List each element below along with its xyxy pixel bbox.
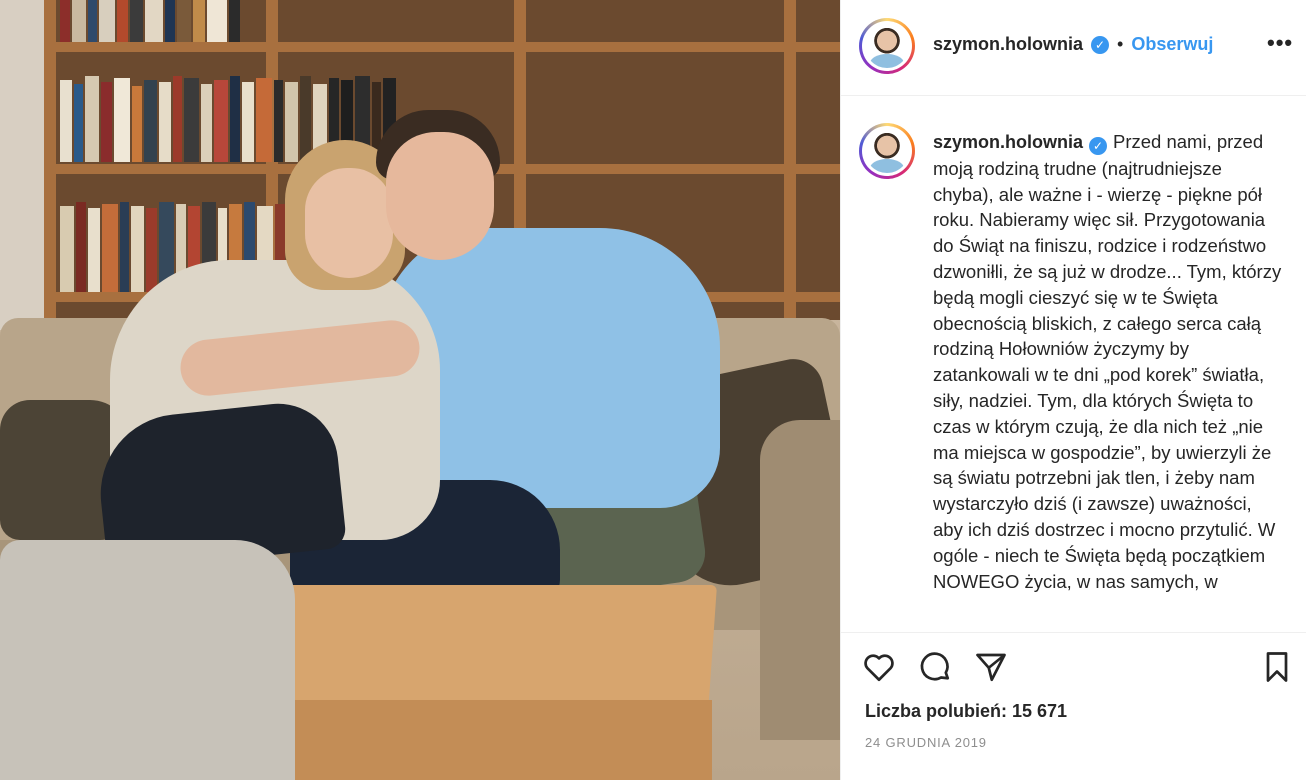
likes-count[interactable]: Liczba polubień: 15 671 xyxy=(865,701,1067,722)
comment-icon[interactable] xyxy=(917,649,957,689)
paper-plane-icon[interactable] xyxy=(973,649,1013,689)
comments-area[interactable]: szymon.holownia ✓ Przed nami, przed moją r… xyxy=(841,97,1306,631)
caption-avatar[interactable] xyxy=(859,123,915,179)
man-face xyxy=(386,132,494,260)
heart-icon[interactable] xyxy=(861,649,901,689)
action-bar: Liczba polubień: 15 671 24 GRUDNIA 2019 xyxy=(841,632,1306,780)
woman-face xyxy=(305,168,393,278)
armchair xyxy=(0,540,295,780)
bookmark-icon[interactable] xyxy=(1259,649,1299,689)
verified-badge-icon: ✓ xyxy=(1091,35,1110,54)
separator-dot: • xyxy=(1117,34,1124,54)
avatar[interactable] xyxy=(859,18,915,74)
post-header: szymon.holownia ✓ • Obserwuj ••• xyxy=(841,0,1306,96)
username-link[interactable]: szymon.holownia xyxy=(933,34,1083,55)
post-date[interactable]: 24 GRUDNIA 2019 xyxy=(865,735,987,750)
post-photo[interactable] xyxy=(0,0,840,780)
caption-username-link[interactable]: szymon.holownia xyxy=(933,132,1083,152)
caption-text: Przed nami, przed moją rodziną trudne (n… xyxy=(933,131,1282,592)
verified-badge-icon: ✓ xyxy=(1089,137,1108,155)
wall xyxy=(0,0,48,330)
more-options-icon[interactable]: ••• xyxy=(1267,30,1293,56)
follow-button[interactable]: Obserwuj xyxy=(1131,34,1213,55)
coffee-table-edge xyxy=(262,700,712,780)
shelf-books xyxy=(56,0,840,42)
sofa-arm xyxy=(760,420,840,740)
shelf-board xyxy=(44,42,840,52)
post-caption: szymon.holownia ✓ Przed nami, przed moją r… xyxy=(933,129,1285,594)
post-sidebar: szymon.holownia ✓ • Obserwuj ••• szymon.… xyxy=(840,0,1306,780)
